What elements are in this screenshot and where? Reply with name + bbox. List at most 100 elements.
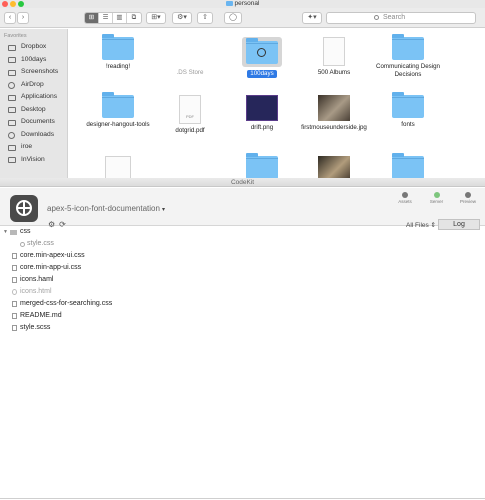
sidebar-item-downloads[interactable]: Downloads <box>0 129 67 142</box>
file-item-500-albums[interactable]: 500 Albums <box>299 37 369 77</box>
file-item-dotgrid-pdf[interactable]: PDF dotgrid.pdf <box>155 95 225 135</box>
project-globe-icon[interactable] <box>10 195 38 222</box>
file-item-label: fonts <box>401 121 415 128</box>
file-name: merged-css-for-searching.css <box>20 300 113 307</box>
folder-icon <box>246 38 278 64</box>
server-status-icon <box>433 192 440 198</box>
codekit-toolbar-right: Assets Server Preview <box>394 192 479 208</box>
document-icon <box>323 37 345 66</box>
file-row-style-css[interactable]: style.css <box>0 238 485 250</box>
file-item-firstmouseunderside-jpg[interactable]: firstmouseunderside.jpg <box>299 95 369 132</box>
folder-icon <box>392 34 424 60</box>
sidebar-item-screenshots[interactable]: Screenshots <box>0 66 67 79</box>
file-row-css-folder[interactable]: ▼ css <box>0 226 485 238</box>
view-mode-segmented-control[interactable]: ⊞ ☰ ▥ ⧉ <box>84 12 142 24</box>
file-item-reading[interactable]: !reading! <box>83 34 153 71</box>
applications-icon <box>8 94 16 101</box>
gallery-view-button[interactable]: ⧉ <box>127 13 141 23</box>
folder-icon <box>102 34 134 60</box>
desktop-icon <box>8 107 16 113</box>
finder-window: personal ‹ › ⊞ ☰ ▥ ⧉ ⊞▾ ⚙▾ ⇧ ◯ ✦▾ Search… <box>0 0 485 178</box>
photo-thumbnail-icon <box>318 156 350 178</box>
airdrop-icon <box>8 81 15 89</box>
finder-sidebar: Favorites Dropbox 100days Screenshots Ai… <box>0 29 68 178</box>
finder-titlebar: personal <box>0 0 485 8</box>
file-row-style-scss[interactable]: style.scss <box>0 322 485 334</box>
finder-window-title: personal <box>0 0 485 8</box>
finder-window-title-text: personal <box>234 0 260 7</box>
sidebar-item-100days[interactable]: 100days <box>0 54 67 67</box>
preview-button[interactable]: Preview <box>457 192 479 208</box>
sidebar-item-desktop[interactable]: Desktop <box>0 104 67 117</box>
sidebar-item-label: Applications <box>21 93 58 100</box>
forward-button[interactable]: › <box>17 12 29 24</box>
file-icon <box>12 313 17 319</box>
file-row-readme-md[interactable]: README.md <box>0 310 485 322</box>
group-by-button[interactable]: ⊞▾ <box>146 12 166 24</box>
file-icon <box>12 325 17 331</box>
action-gear-button[interactable]: ⚙▾ <box>172 12 192 24</box>
file-item[interactable] <box>373 153 443 178</box>
dropbox-icon <box>8 44 16 51</box>
file-item[interactable] <box>83 156 153 178</box>
file-row-merged-css-for-searching-css[interactable]: merged-css-for-searching.css <box>0 298 485 310</box>
file-row-core-min-app-ui-css[interactable]: core.min-app-ui.css <box>0 262 485 274</box>
file-item-communicating-design-decisions[interactable]: Communicating Design Decisions <box>370 34 446 79</box>
file-item-designer-hangout-tools[interactable]: designer-hangout-tools <box>83 92 153 129</box>
file-item-drift-png[interactable]: drift.png <box>227 95 297 132</box>
project-file-list: ▼ css style.css core.min-apex-ui.css cor… <box>0 226 485 334</box>
folder-icon <box>225 0 233 6</box>
file-item-fonts[interactable]: fonts <box>373 92 443 129</box>
sidebar-item-label: Downloads <box>21 130 55 138</box>
image-thumbnail-icon <box>246 95 278 121</box>
icon-view-button[interactable]: ⊞ <box>85 13 99 23</box>
file-name: style.css <box>27 240 54 247</box>
tag-button[interactable]: ◯ <box>224 12 242 24</box>
file-item-ds-store[interactable]: .DS Store <box>155 37 225 77</box>
back-button[interactable]: ‹ <box>4 12 16 24</box>
cursor-icon <box>257 48 266 57</box>
file-item-label: 500 Albums <box>317 69 351 76</box>
file-item[interactable] <box>227 153 297 178</box>
pdf-tag: PDF <box>186 114 194 119</box>
sidebar-item-invision[interactable]: InVision <box>0 154 67 167</box>
preview-icon <box>465 192 471 198</box>
list-view-button[interactable]: ☰ <box>99 13 113 23</box>
sidebar-item-airdrop[interactable]: AirDrop <box>0 79 67 92</box>
sidebar-item-documents[interactable]: Documents <box>0 116 67 129</box>
dropbox-menu-button[interactable]: ✦▾ <box>302 12 322 24</box>
sidebar-item-label: Documents <box>21 118 55 125</box>
sidebar-item-iroe[interactable]: iroe <box>0 141 67 154</box>
file-row-core-min-apex-ui-css[interactable]: core.min-apex-ui.css <box>0 250 485 262</box>
output-file-icon <box>12 289 17 295</box>
file-item-label: .DS Store <box>176 69 204 76</box>
assets-icon <box>402 192 408 198</box>
file-item-label: dotgrid.pdf <box>175 127 205 134</box>
file-name: core.min-apex-ui.css <box>20 252 85 259</box>
file-name: README.md <box>20 312 62 319</box>
disclosure-triangle-icon[interactable]: ▼ <box>3 226 8 238</box>
sidebar-item-dropbox[interactable]: Dropbox <box>0 41 67 54</box>
file-name: core.min-app-ui.css <box>20 264 82 271</box>
file-item[interactable] <box>299 156 369 178</box>
share-button[interactable]: ⇧ <box>197 12 213 24</box>
blank-file-icon <box>179 37 201 66</box>
file-row-icons-haml[interactable]: icons.haml <box>0 274 485 286</box>
codekit-header: apex-5-icon-font-documentation ▾ Assets S… <box>0 188 485 230</box>
project-name-menu[interactable]: apex-5-icon-font-documentation ▾ <box>47 204 165 213</box>
file-item-100days[interactable]: 100days <box>227 37 297 78</box>
finder-icon-grid: !reading! .DS Store 100days 500 Albums C… <box>69 29 485 178</box>
server-button[interactable]: Server <box>426 192 448 208</box>
assets-label: Assets <box>398 199 412 204</box>
sidebar-item-applications[interactable]: Applications <box>0 91 67 104</box>
column-view-button[interactable]: ▥ <box>113 13 127 23</box>
pdf-icon: PDF <box>179 95 201 124</box>
file-name: icons.haml <box>20 276 54 283</box>
search-input[interactable]: Search <box>326 12 476 24</box>
folder-icon <box>102 92 134 118</box>
project-name: apex-5-icon-font-documentation <box>47 204 160 213</box>
file-row-icons-html[interactable]: icons.html <box>0 286 485 298</box>
window-bottom-divider <box>0 498 485 499</box>
assets-button[interactable]: Assets <box>394 192 416 208</box>
sidebar-item-label: iroe <box>21 143 33 150</box>
